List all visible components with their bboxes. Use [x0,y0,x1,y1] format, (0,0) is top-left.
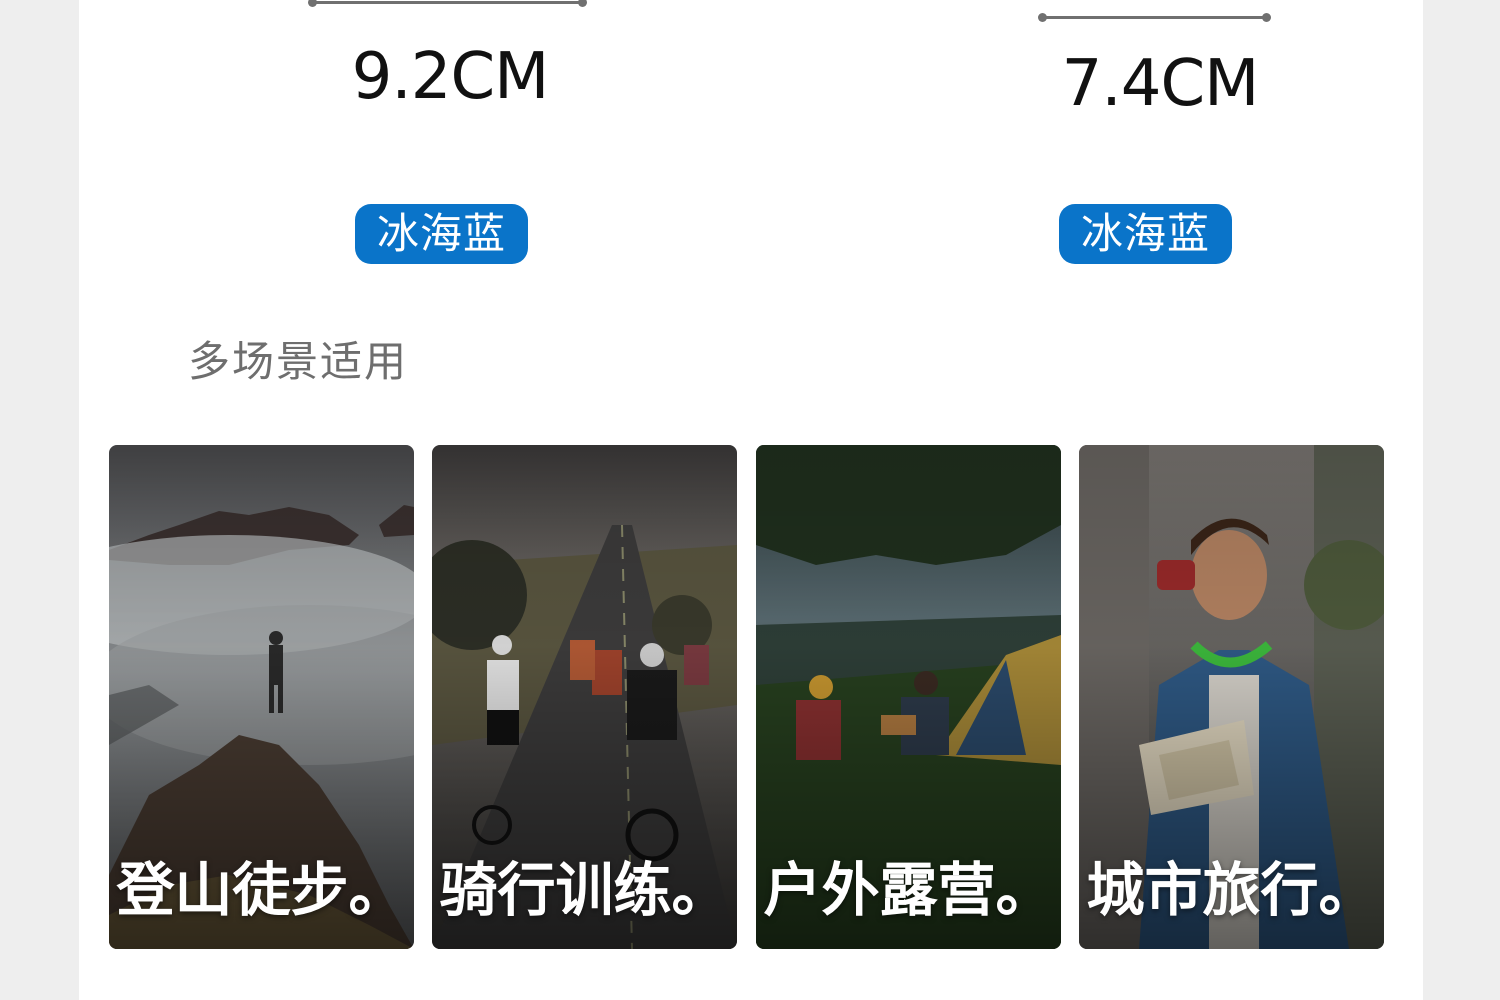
color-badge-left[interactable]: 冰海蓝 [355,204,528,264]
scene-caption-hiking: 登山徒步。 [116,856,407,924]
scene-caption-city: 城市旅行。 [1086,856,1377,924]
scene-caption-camping: 户外露营。 [763,856,1054,924]
dimension-line-right [1038,13,1271,22]
measurement-right: 7.4CM [1061,47,1260,121]
section-title: 多场景适用 [188,337,409,386]
dimension-line-left [308,0,587,7]
color-badge-right[interactable]: 冰海蓝 [1059,204,1232,264]
scene-card-cycling[interactable]: 骑行训练。 [432,445,737,949]
measurement-left: 9.2CM [351,40,550,114]
scene-card-hiking[interactable]: 登山徒步。 [109,445,414,949]
scene-card-camping[interactable]: 户外露营。 [756,445,1061,949]
scene-caption-cycling: 骑行训练。 [439,856,730,924]
scene-card-city[interactable]: 城市旅行。 [1079,445,1384,949]
